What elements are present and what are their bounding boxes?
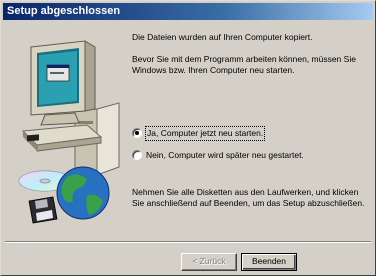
back-button[interactable]: < Zurück	[181, 253, 237, 271]
remove-disks-instructions: Nehmen Sie alle Disketten aus den Laufwe…	[132, 187, 365, 208]
window-title: Setup abgeschlossen	[7, 5, 121, 17]
restart-later-label[interactable]: Nein, Computer wird später neu gestartet…	[146, 149, 304, 162]
restart-required-message: Bevor Sie mit dem Programm arbeiten könn…	[132, 54, 356, 75]
restart-now-label[interactable]: Ja, Computer jetzt neu starten.	[144, 126, 266, 141]
setup-dialog: Setup abgeschlossen Die Dateien wurden a…	[0, 0, 376, 276]
title-bar[interactable]: Setup abgeschlossen	[3, 3, 373, 20]
restart-now-radio[interactable]	[132, 128, 142, 138]
floppy-disk-icon	[28, 196, 58, 224]
setup-illustration	[9, 25, 127, 233]
copied-message: Die Dateien wurden auf Ihren Computer ko…	[132, 32, 313, 42]
globe-icon	[56, 166, 110, 220]
computer-icon	[21, 40, 120, 176]
back-button-label: < Zurück	[192, 256, 226, 266]
restart-later-radio[interactable]	[132, 150, 142, 160]
finish-button[interactable]: Beenden	[241, 253, 297, 271]
button-separator	[5, 241, 371, 243]
finish-button-label: Beenden	[251, 256, 287, 266]
